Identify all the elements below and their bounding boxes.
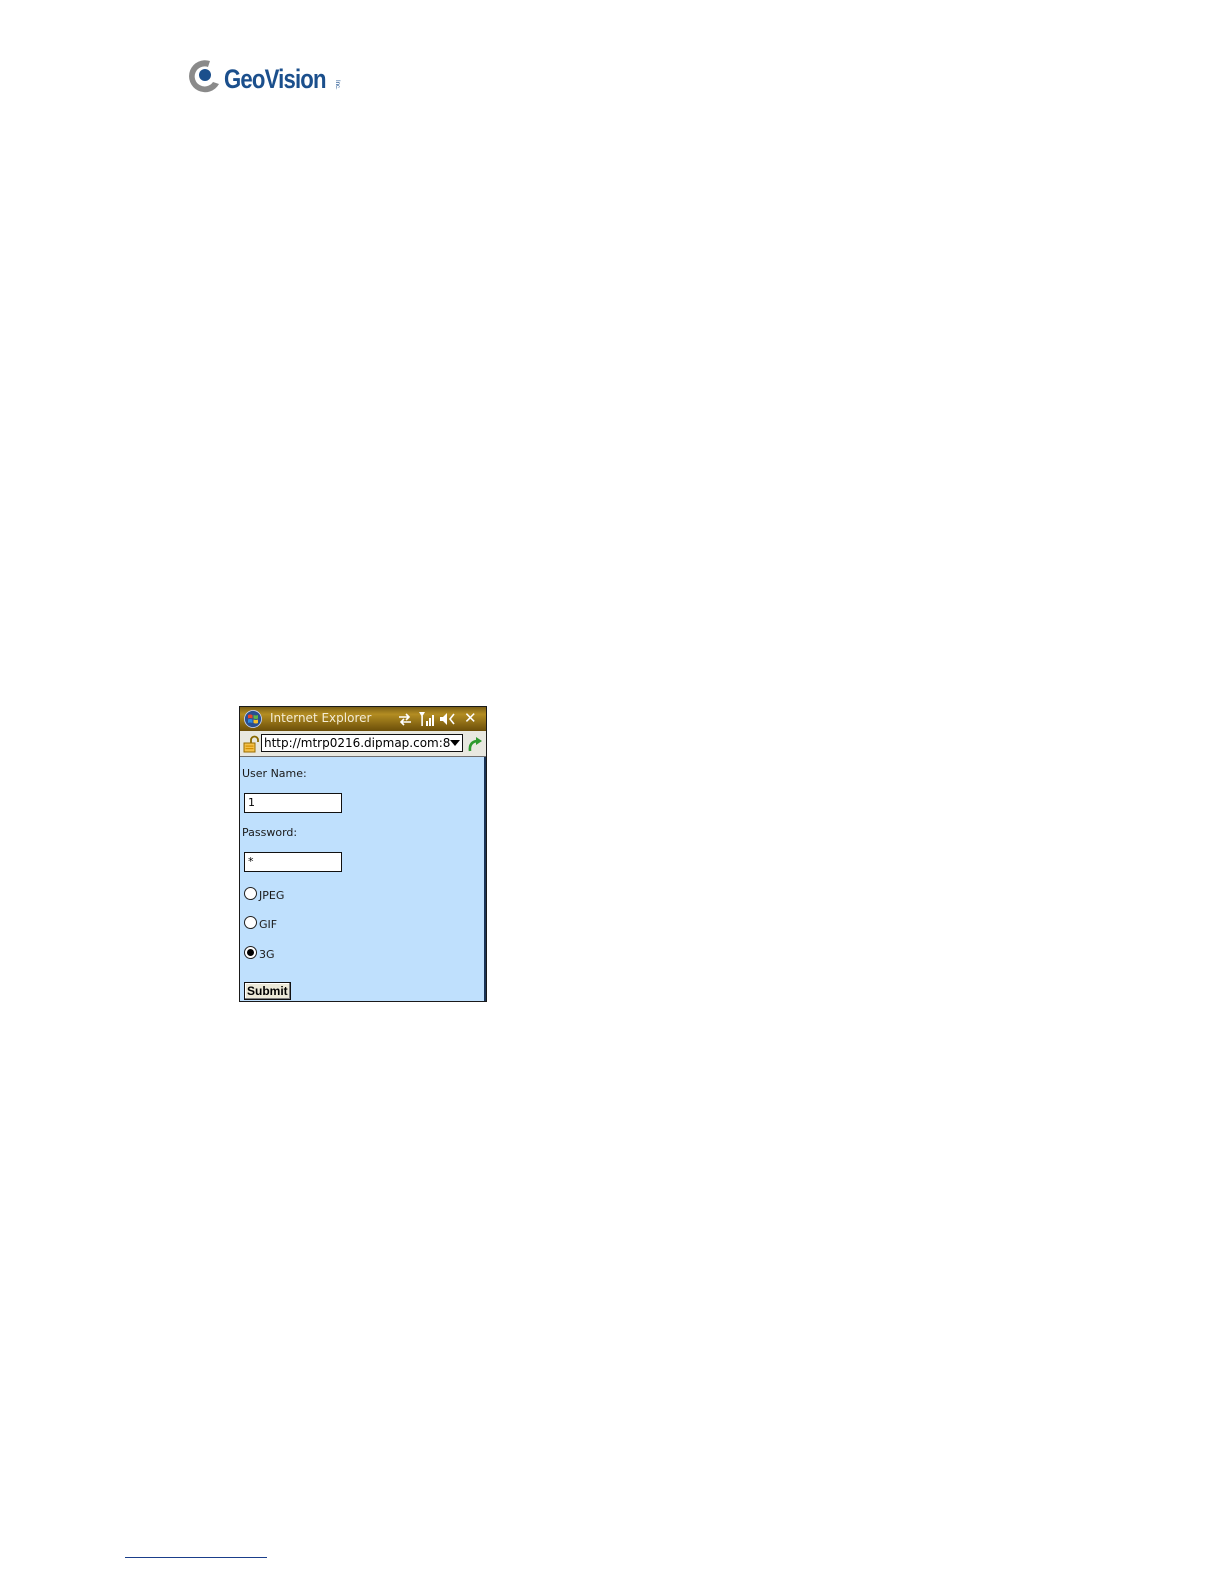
url-input[interactable]: http://mtrp0216.dipmap.com:8 bbox=[261, 734, 463, 752]
username-label: User Name: bbox=[242, 767, 307, 780]
url-text: http://mtrp0216.dipmap.com:8 bbox=[264, 736, 451, 750]
footer-rule bbox=[125, 1557, 267, 1558]
logo-wordmark: GeoVision bbox=[224, 64, 327, 94]
password-label: Password: bbox=[242, 826, 298, 839]
app-title: Internet Explorer bbox=[270, 711, 372, 725]
radio-label-gif: GIF bbox=[259, 918, 278, 931]
geovision-mark-icon bbox=[189, 60, 219, 93]
connectivity-icon[interactable] bbox=[396, 711, 414, 727]
mobile-browser-screenshot: Internet Explorer ✕ http://mtrp0216.dipm… bbox=[239, 706, 487, 1002]
submit-button[interactable]: Submit bbox=[244, 982, 291, 1000]
close-icon[interactable]: ✕ bbox=[464, 709, 477, 727]
logo-suffix: Inc. bbox=[334, 80, 340, 90]
username-input[interactable]: 1 bbox=[244, 793, 342, 813]
volume-icon[interactable] bbox=[439, 711, 457, 727]
radio-label-jpeg: JPEG bbox=[259, 889, 285, 902]
radio-gif[interactable] bbox=[244, 916, 257, 929]
title-bar: Internet Explorer ✕ bbox=[240, 707, 486, 731]
geovision-logo: GeoVision Inc. bbox=[186, 58, 356, 98]
radio-label-3g: 3G bbox=[259, 948, 275, 961]
windows-start-icon[interactable] bbox=[244, 710, 262, 728]
address-bar: http://mtrp0216.dipmap.com:8 bbox=[240, 731, 486, 757]
radio-3g[interactable] bbox=[244, 946, 257, 959]
login-page: User Name: 1 Password: * JPEG GIF 3G Sub… bbox=[240, 757, 486, 1001]
signal-icon[interactable] bbox=[418, 711, 436, 727]
password-input[interactable]: * bbox=[244, 852, 342, 872]
dropdown-arrow-icon[interactable] bbox=[450, 740, 460, 746]
go-arrow-icon[interactable] bbox=[466, 735, 484, 753]
security-lock-icon[interactable] bbox=[242, 735, 260, 753]
radio-jpeg[interactable] bbox=[244, 887, 257, 900]
